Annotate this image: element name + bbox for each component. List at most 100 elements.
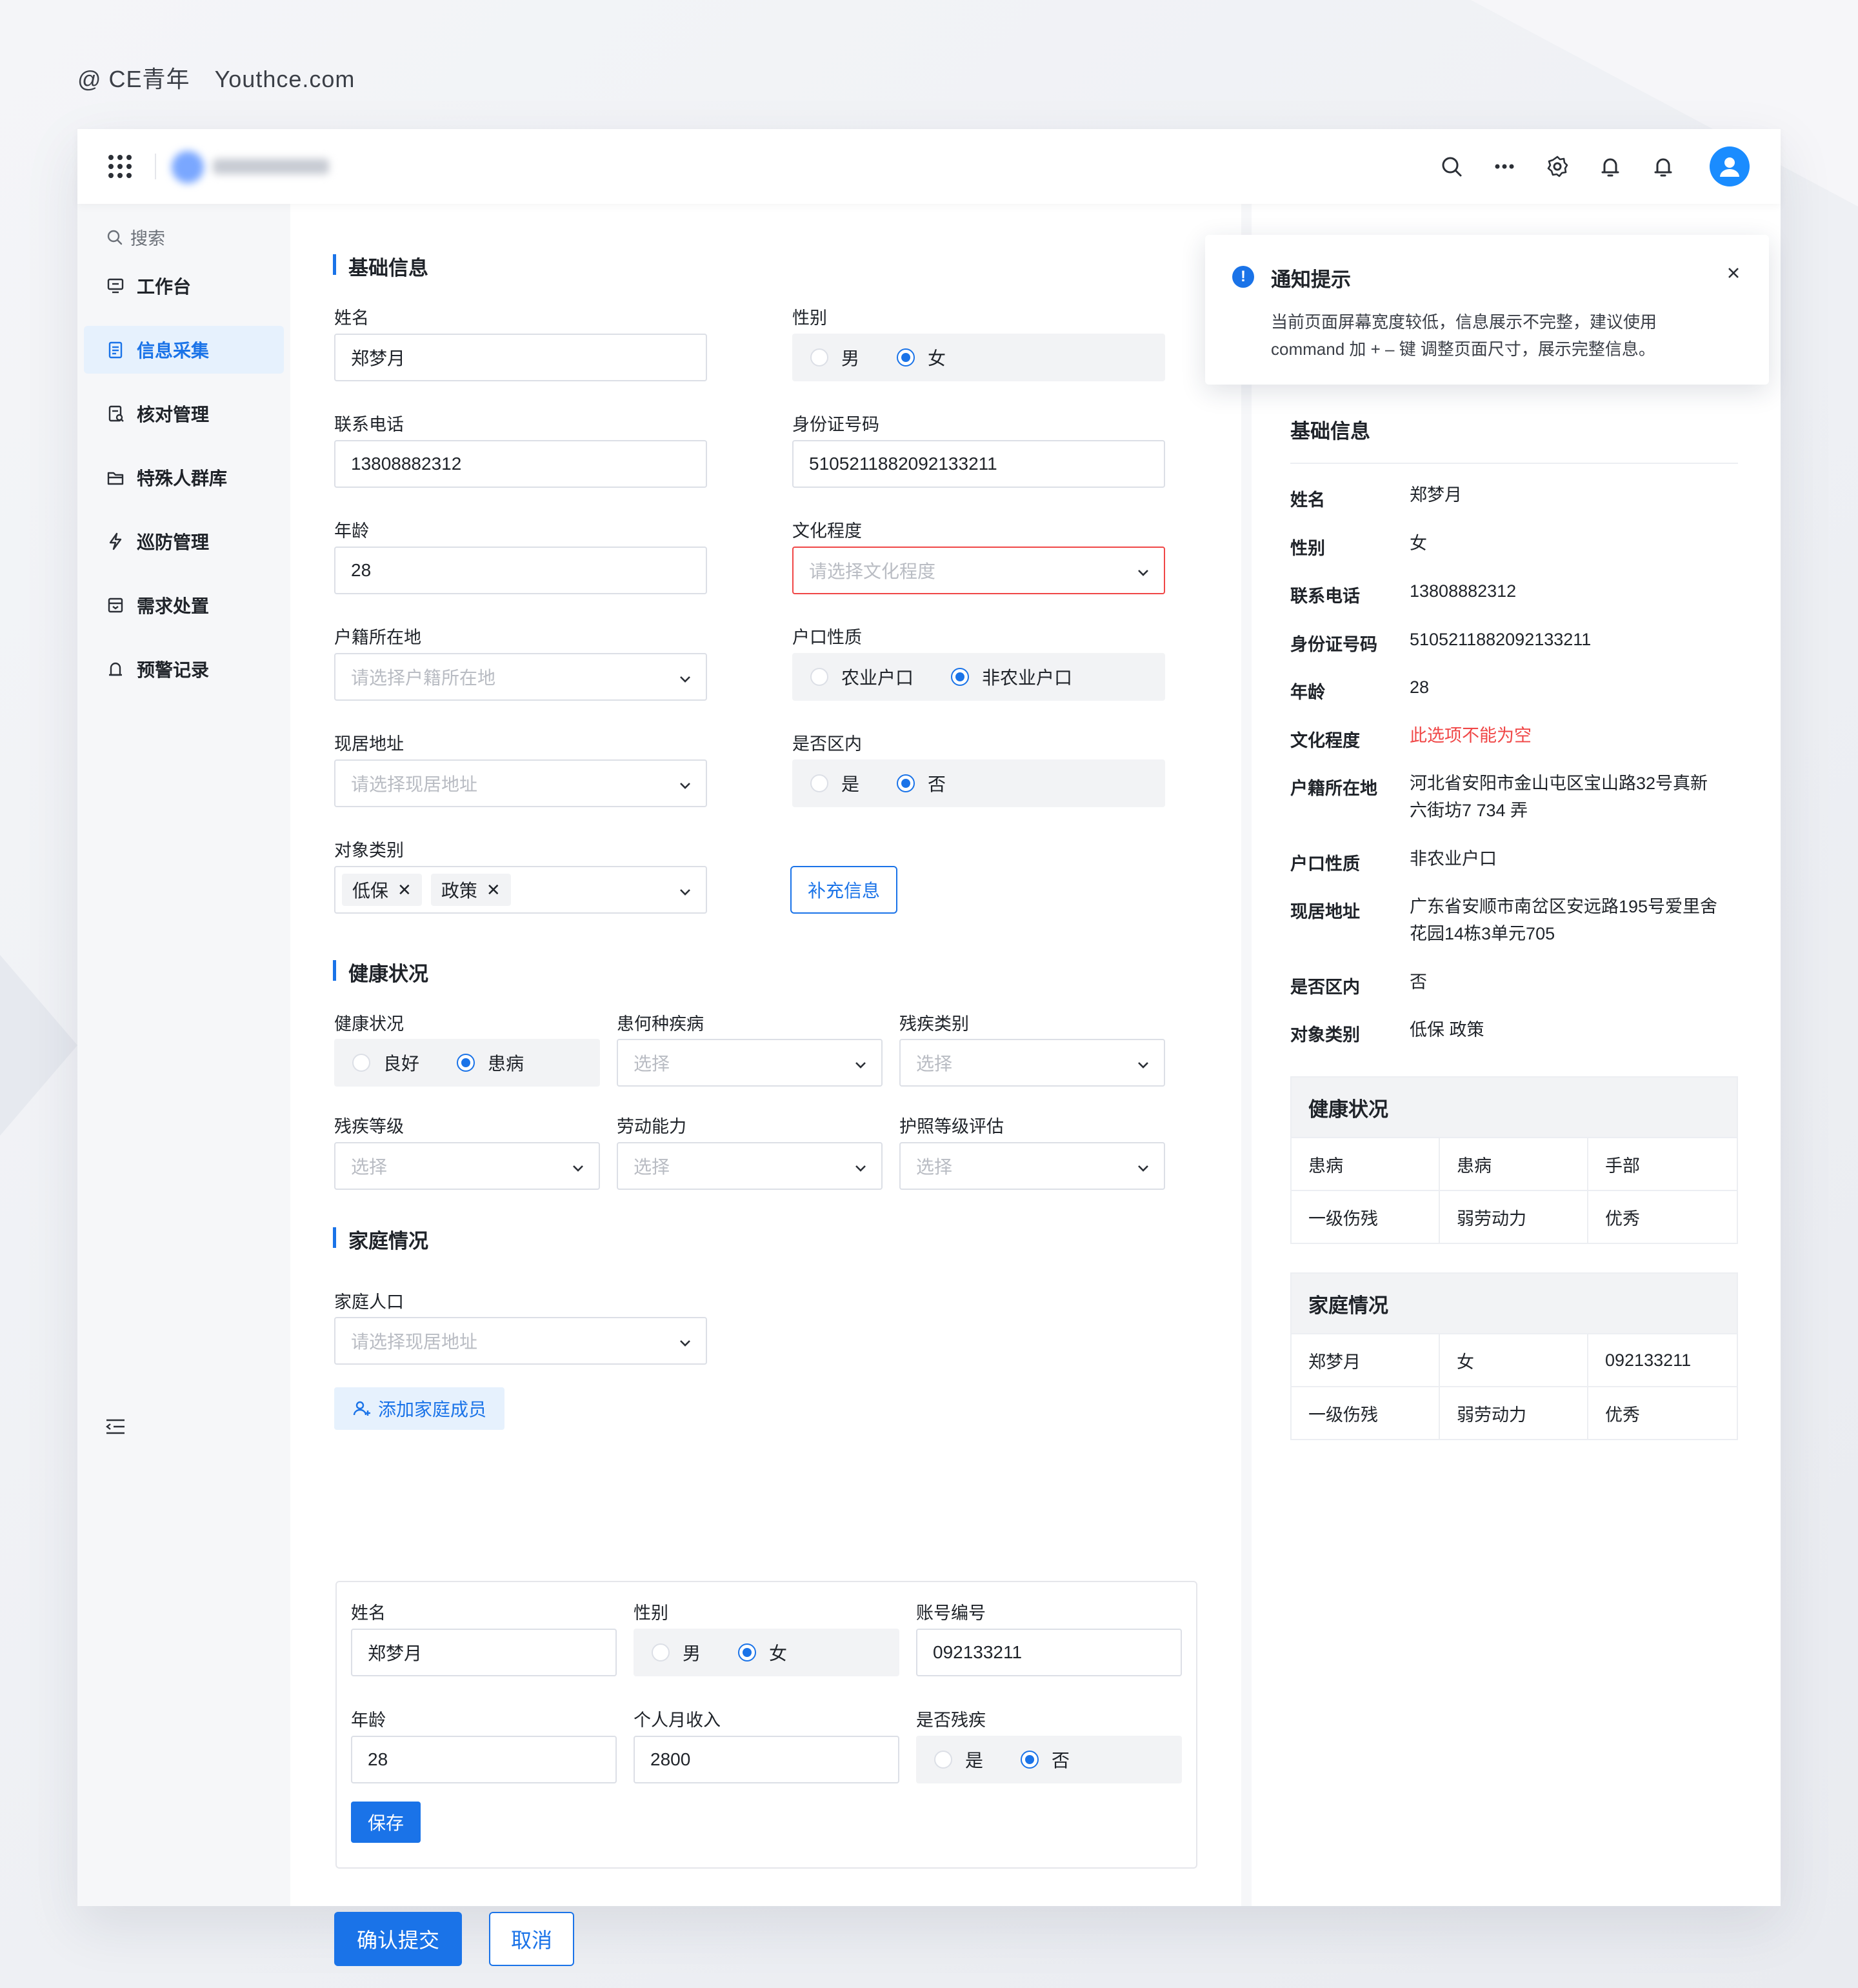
disability-type-placeholder: 选择 — [916, 1054, 953, 1074]
add-member-button[interactable]: 添加家庭成员 — [334, 1387, 504, 1430]
summary-key: 身份证号码 — [1290, 635, 1377, 654]
disability-level-placeholder: 选择 — [351, 1157, 388, 1177]
background-shape-left — [0, 955, 77, 1136]
radio-circle — [897, 774, 915, 792]
summary-title: 基础信息 — [1290, 420, 1370, 443]
health-radio-good[interactable]: 良好 — [352, 1050, 419, 1076]
sidebar-item-workbench[interactable]: 工作台 — [84, 262, 284, 310]
disability-type-label: 残疾类别 — [899, 1014, 969, 1034]
gender-radio-female[interactable]: 女 — [897, 345, 946, 370]
table-cell: 一级伤残 — [1292, 1191, 1440, 1243]
notification-line: command 加 + – 键 调整页面尺寸，展示完整信息。 — [1271, 339, 1655, 359]
close-icon[interactable]: ✕ — [486, 880, 501, 900]
radio-label: 男 — [683, 1643, 701, 1663]
member-disabled-radio-group: 是 否 — [916, 1736, 1182, 1783]
address-select[interactable]: 请选择现居地址 — [334, 759, 707, 807]
sidebar-item-info-collect[interactable]: 信息采集 — [84, 326, 284, 374]
member-name-input[interactable]: 郑梦月 — [351, 1629, 617, 1676]
disability-type-select[interactable]: 选择 — [899, 1039, 1165, 1087]
phone-input[interactable]: 13808882312 — [334, 440, 707, 488]
gender-radio-male[interactable]: 男 — [810, 345, 859, 370]
close-icon[interactable]: ✕ — [397, 880, 412, 900]
phone-value: 13808882312 — [351, 454, 462, 474]
type-tag: 政策 ✕ — [430, 874, 511, 906]
type-multiselect[interactable]: 低保 ✕ 政策 ✕ — [334, 866, 707, 914]
chevron-down-icon — [680, 676, 690, 683]
sidebar-nav: 工作台 信息采集 核对管理 特殊人群库 巡防管理 需求处置 预警记录 — [84, 262, 284, 709]
sidebar-item-patrol[interactable]: 巡防管理 — [84, 517, 284, 565]
radio-label: 患病 — [488, 1054, 524, 1074]
member-disabled-label: 是否残疾 — [916, 1711, 986, 1730]
disability-level-select[interactable]: 选择 — [334, 1142, 600, 1190]
hukou-radio-agri[interactable]: 农业户口 — [810, 664, 914, 690]
care-level-select[interactable]: 选择 — [899, 1142, 1165, 1190]
search-icon[interactable] — [1437, 152, 1466, 181]
user-icon — [1720, 157, 1739, 177]
app-window: 搜索 工作台 信息采集 核对管理 特殊人群库 巡防管理 需求处置 预警记录 基础… — [77, 129, 1781, 1966]
chevron-down-icon — [855, 1165, 866, 1172]
sidebar: 搜索 工作台 信息采集 核对管理 特殊人群库 巡防管理 需求处置 预警记录 — [77, 204, 290, 1906]
age-input[interactable]: 28 — [334, 547, 707, 594]
education-label: 文化程度 — [792, 521, 862, 541]
close-icon[interactable] — [1726, 266, 1741, 283]
table-row: 一级伤残 弱劳动力 优秀 — [1292, 1386, 1737, 1439]
bell-icon[interactable] — [1596, 152, 1624, 181]
radio-label: 否 — [928, 774, 946, 794]
sidebar-item-verify[interactable]: 核对管理 — [84, 390, 284, 437]
disease-select[interactable]: 选择 — [617, 1039, 883, 1087]
sidebar-item-special-group[interactable]: 特殊人群库 — [84, 454, 284, 501]
health-radio-sick[interactable]: 患病 — [457, 1050, 524, 1076]
member-disabled-no[interactable]: 否 — [1021, 1747, 1070, 1772]
member-gender-male[interactable]: 男 — [652, 1640, 701, 1665]
inarea-radio-yes[interactable]: 是 — [810, 770, 859, 796]
member-gender-label: 性别 — [634, 1603, 668, 1623]
member-disabled-yes[interactable]: 是 — [934, 1747, 983, 1772]
gear-icon[interactable] — [1543, 152, 1572, 181]
cancel-button[interactable]: 取消 — [489, 1912, 574, 1966]
app-grid-icon[interactable] — [108, 155, 132, 178]
notification-body: 当前页面屏幕宽度较低，信息展示不完整，建议使用 command 加 + – 键 … — [1271, 308, 1748, 363]
collapse-sidebar-icon[interactable] — [105, 1417, 126, 1440]
sidebar-item-warning[interactable]: 预警记录 — [84, 645, 284, 693]
education-select[interactable]: 请选择文化程度 — [792, 547, 1165, 594]
chevron-down-icon — [680, 1340, 690, 1347]
supplement-button[interactable]: 补充信息 — [790, 866, 897, 914]
member-save-button[interactable]: 保存 — [351, 1802, 421, 1843]
inarea-radio-no[interactable]: 否 — [897, 770, 946, 796]
table-cell: 弱劳动力 — [1440, 1387, 1588, 1439]
sidebar-item-label: 信息采集 — [137, 341, 210, 361]
name-input[interactable]: 郑梦月 — [334, 334, 707, 381]
member-account-label: 账号编号 — [916, 1603, 986, 1623]
form-panel: 基础信息 姓名 郑梦月 性别 男 女 联系电话 13808882312 身份证号… — [290, 204, 1241, 1966]
table-cell: 一级伤残 — [1292, 1387, 1440, 1439]
family-pop-select[interactable]: 请选择现居地址 — [334, 1317, 707, 1365]
sidebar-item-demand[interactable]: 需求处置 — [84, 581, 284, 629]
sidebar-search[interactable]: 搜索 — [106, 225, 165, 250]
member-income-input[interactable]: 2800 — [634, 1736, 899, 1783]
more-icon[interactable] — [1490, 152, 1519, 181]
table-cell: 患病 — [1440, 1138, 1588, 1190]
care-level-placeholder: 选择 — [916, 1157, 953, 1177]
submit-button[interactable]: 确认提交 — [334, 1912, 462, 1966]
member-income-label: 个人月收入 — [634, 1711, 721, 1730]
search-placeholder: 搜索 — [130, 229, 165, 248]
summary-value: 郑梦月 — [1410, 485, 1462, 505]
bolt-icon — [109, 532, 122, 550]
bell-icon[interactable] — [1649, 152, 1677, 181]
notification-line: 当前页面屏幕宽度较低，信息展示不完整，建议使用 — [1271, 312, 1657, 332]
hukou-radio-nonagri[interactable]: 非农业户口 — [951, 664, 1072, 690]
member-gender-female[interactable]: 女 — [738, 1640, 787, 1665]
summary-divider — [1290, 463, 1738, 464]
radio-circle — [897, 348, 915, 366]
id-input[interactable]: 5105211882092133211 — [792, 440, 1165, 488]
radio-label: 良好 — [383, 1054, 420, 1074]
radio-circle — [934, 1751, 952, 1769]
member-age-input[interactable]: 28 — [351, 1736, 617, 1783]
huji-select[interactable]: 请选择户籍所在地 — [334, 653, 707, 701]
member-account-value: 092133211 — [933, 1642, 1023, 1662]
labor-select[interactable]: 选择 — [617, 1142, 883, 1190]
sidebar-item-label: 巡防管理 — [137, 532, 210, 552]
avatar[interactable] — [1710, 146, 1750, 186]
member-account-input[interactable]: 092133211 — [916, 1629, 1182, 1676]
section-title-family: 家庭情况 — [333, 1225, 428, 1254]
